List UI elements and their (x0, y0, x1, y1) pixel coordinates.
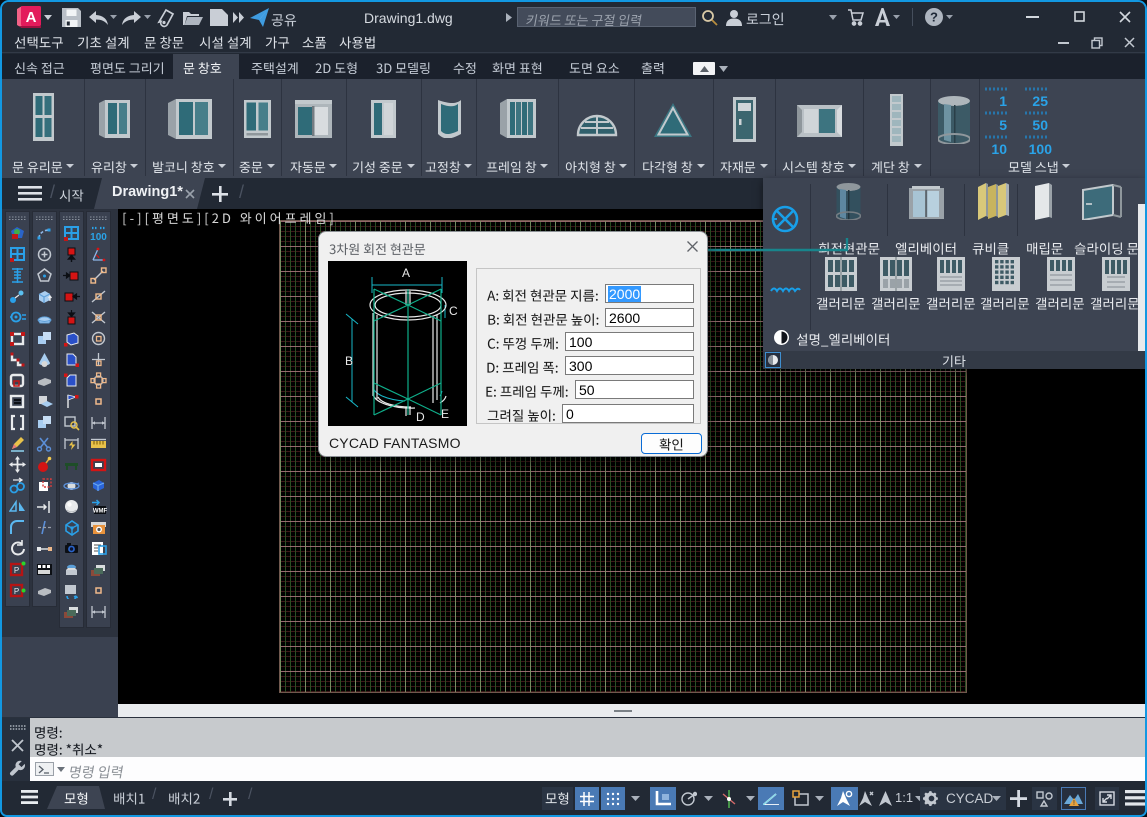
svg-text:A: A (402, 266, 410, 280)
svg-text:E: E (441, 407, 449, 421)
svg-text:10: 10 (991, 141, 1007, 154)
svg-text:50: 50 (1032, 117, 1048, 133)
svg-text:100: 100 (90, 232, 107, 242)
svg-text:P: P (14, 566, 19, 575)
svg-text:D: D (416, 410, 425, 424)
svg-text:!: ! (1073, 800, 1075, 807)
svg-text:1: 1 (999, 93, 1007, 109)
svg-text:25: 25 (1032, 93, 1048, 109)
svg-text:WMF: WMF (93, 509, 107, 515)
svg-text:P: P (14, 587, 19, 596)
svg-text:B: B (345, 354, 353, 368)
svg-text:5: 5 (999, 117, 1007, 133)
svg-text:A: A (26, 9, 37, 26)
svg-text:C: C (449, 304, 458, 318)
svg-text:?: ? (930, 10, 938, 25)
svg-text:100: 100 (1029, 141, 1053, 154)
